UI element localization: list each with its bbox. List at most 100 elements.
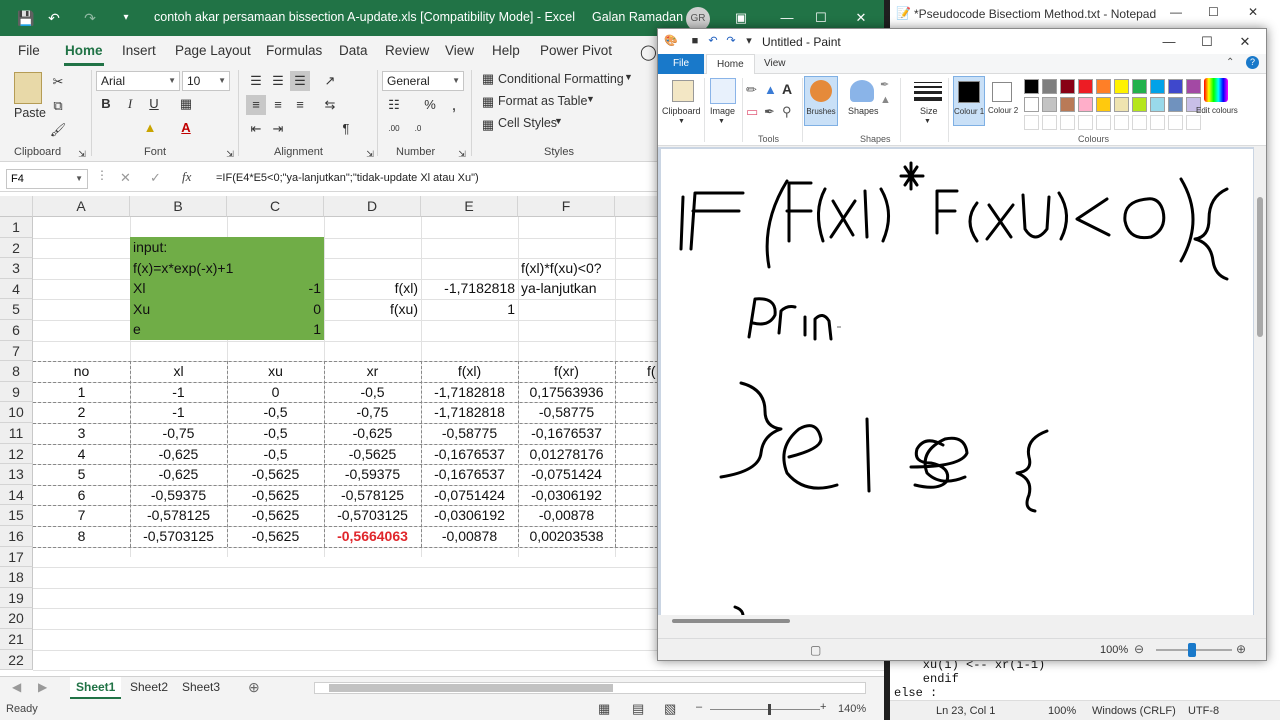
cell-b3[interactable]: f(x)=x*exp(-x)+1 bbox=[130, 258, 324, 279]
colour-swatch[interactable] bbox=[1024, 79, 1039, 94]
clipboard-icon[interactable] bbox=[672, 80, 694, 102]
align-left-icon[interactable]: ≡ bbox=[246, 95, 266, 115]
colour-swatch[interactable] bbox=[1132, 115, 1147, 130]
row-header[interactable]: 14 bbox=[0, 484, 33, 506]
table-cell[interactable]: -0,00878 bbox=[518, 505, 615, 526]
row-header[interactable]: 11 bbox=[0, 423, 33, 444]
tab-help[interactable]: Help bbox=[492, 43, 520, 58]
cell-b5[interactable]: Xu bbox=[130, 299, 227, 320]
paste-icon[interactable] bbox=[14, 72, 42, 104]
zoom-out-icon[interactable]: – bbox=[696, 701, 702, 713]
tab-review[interactable]: Review bbox=[385, 43, 429, 58]
text-icon[interactable]: A bbox=[782, 81, 792, 97]
size-icon[interactable] bbox=[914, 80, 942, 102]
row-header[interactable]: 9 bbox=[0, 381, 33, 403]
zoom-level[interactable]: 140% bbox=[838, 703, 866, 715]
ribbon-display-icon[interactable]: ▣ bbox=[728, 6, 754, 30]
table-cell[interactable]: -0,5703125 bbox=[130, 526, 227, 547]
accounting-format-icon[interactable]: ☷ bbox=[384, 95, 404, 115]
table-cell[interactable]: 0,17563936 bbox=[518, 382, 615, 403]
row-header[interactable]: 7 bbox=[0, 340, 33, 362]
align-middle-icon[interactable]: ☰ bbox=[268, 71, 288, 91]
tab-home[interactable]: Home bbox=[65, 43, 103, 58]
maximize-button[interactable]: ☐ bbox=[1208, 5, 1219, 19]
colour-swatch[interactable] bbox=[1186, 115, 1201, 130]
row-header[interactable]: 20 bbox=[0, 608, 33, 629]
column-header-f[interactable]: F bbox=[518, 196, 615, 217]
insert-function-icon[interactable]: fx bbox=[182, 169, 191, 185]
header-xl[interactable]: xl bbox=[130, 361, 227, 382]
column-header-b[interactable]: B bbox=[130, 196, 227, 217]
table-cell[interactable]: -0,5625 bbox=[227, 485, 324, 506]
table-cell[interactable]: -0,0751424 bbox=[421, 485, 518, 506]
row-header[interactable]: 3 bbox=[0, 258, 33, 279]
colour-swatch[interactable] bbox=[1096, 97, 1111, 112]
table-cell[interactable]: -0,625 bbox=[324, 423, 421, 444]
colour1-button[interactable]: Colour 1 bbox=[953, 76, 985, 126]
column-header-a[interactable]: A bbox=[33, 196, 130, 217]
colour-swatch[interactable] bbox=[1024, 97, 1039, 112]
column-header-e[interactable]: E bbox=[421, 196, 518, 217]
enter-icon[interactable]: ✓ bbox=[150, 170, 161, 186]
table-cell[interactable]: -0,625 bbox=[130, 444, 227, 465]
sheet-tab-1[interactable]: Sheet1 bbox=[70, 677, 122, 699]
row-header[interactable]: 4 bbox=[0, 278, 33, 300]
cell-f3[interactable]: f(xl)*f(xu)<0? bbox=[518, 258, 658, 279]
format-as-table-button[interactable]: Format as Table bbox=[498, 94, 587, 108]
table-cell[interactable]: 5 bbox=[33, 464, 130, 485]
row-header[interactable]: 22 bbox=[0, 649, 33, 671]
row-header[interactable]: 17 bbox=[0, 546, 33, 568]
cell-f4[interactable]: ya-lanjutkan bbox=[518, 278, 658, 299]
table-cell[interactable]: -0,625 bbox=[130, 464, 227, 485]
normal-view-icon[interactable]: ▦ bbox=[598, 701, 610, 717]
colour-swatch[interactable] bbox=[1168, 97, 1183, 112]
colour-swatch[interactable] bbox=[1042, 115, 1057, 130]
table-cell[interactable]: -0,5 bbox=[227, 423, 324, 444]
tab-file[interactable]: File bbox=[18, 43, 40, 58]
font-name-select[interactable]: Arial ▼ bbox=[96, 71, 180, 91]
tab-formulas[interactable]: Formulas bbox=[266, 43, 322, 58]
copy-icon[interactable]: ⧉ bbox=[48, 96, 68, 116]
table-cell[interactable]: 0,01278176 bbox=[518, 444, 615, 465]
zoom-slider[interactable] bbox=[710, 704, 820, 715]
table-cell[interactable]: 6 bbox=[33, 485, 130, 506]
paint-zoom-thumb[interactable] bbox=[1188, 643, 1196, 657]
colour-swatch[interactable] bbox=[1078, 97, 1093, 112]
row-header[interactable]: 15 bbox=[0, 505, 33, 526]
customize-quick-access-icon[interactable]: ▾ bbox=[116, 8, 136, 28]
fill-color-icon[interactable]: ▲ bbox=[140, 118, 160, 138]
customize-quick-access-icon[interactable]: ▾ bbox=[742, 34, 756, 48]
eraser-icon[interactable]: ▭ bbox=[746, 104, 758, 120]
table-cell[interactable]: -1,7182818 bbox=[421, 382, 518, 403]
table-cell[interactable]: -0,578125 bbox=[324, 485, 421, 506]
row-header[interactable]: 12 bbox=[0, 443, 33, 465]
table-cell[interactable]: -1,7182818 bbox=[421, 402, 518, 423]
table-cell[interactable]: 2 bbox=[33, 402, 130, 423]
minimize-button[interactable]: — bbox=[1170, 5, 1182, 19]
paint-tab-view[interactable]: View bbox=[754, 54, 796, 75]
table-cell[interactable]: -0,5 bbox=[324, 382, 421, 403]
zoom-in-icon[interactable]: + bbox=[820, 701, 826, 713]
colour-swatch[interactable] bbox=[1060, 115, 1075, 130]
pencil-icon[interactable]: ✏ bbox=[746, 82, 757, 98]
underline-icon[interactable]: U bbox=[144, 94, 164, 114]
decrease-indent-icon[interactable]: ⇤ bbox=[246, 119, 266, 139]
table-cell[interactable]: 4 bbox=[33, 444, 130, 465]
colour-swatch[interactable] bbox=[1186, 79, 1201, 94]
cell-c5[interactable]: 0 bbox=[227, 299, 324, 320]
paint-zoom-slider[interactable] bbox=[1156, 643, 1232, 657]
table-cell[interactable]: 8 bbox=[33, 526, 130, 547]
image-button[interactable]: Image bbox=[710, 106, 735, 116]
colour-swatch[interactable] bbox=[1042, 79, 1057, 94]
cell-styles-button[interactable]: Cell Styles bbox=[498, 116, 557, 130]
font-color-icon[interactable]: A bbox=[176, 118, 196, 138]
colour-swatch[interactable] bbox=[1078, 79, 1093, 94]
cell-b4[interactable]: Xl bbox=[130, 278, 227, 299]
percent-icon[interactable]: % bbox=[420, 95, 440, 115]
cell-d5[interactable]: f(xu) bbox=[324, 299, 421, 320]
comma-style-icon[interactable]: , bbox=[444, 95, 464, 115]
page-layout-view-icon[interactable]: ▤ bbox=[632, 701, 644, 717]
cell-e4[interactable]: -1,7182818 bbox=[421, 278, 518, 299]
undo-icon[interactable]: ↶ bbox=[44, 8, 64, 28]
sheet-tab-2[interactable]: Sheet2 bbox=[124, 677, 174, 699]
